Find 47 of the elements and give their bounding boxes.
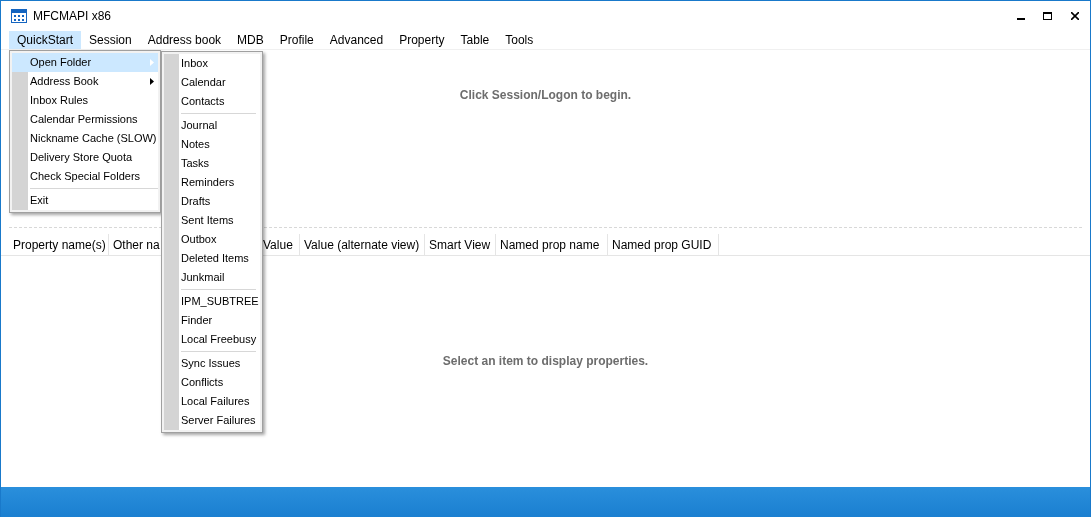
- column-header[interactable]: Property name(s): [9, 234, 109, 255]
- app-grid-icon: [11, 9, 27, 23]
- menu-bar-item[interactable]: Tools: [497, 31, 542, 49]
- menu-bar-item[interactable]: Session: [81, 31, 140, 49]
- submenu-item[interactable]: Calendar: [164, 73, 260, 92]
- submenu-item[interactable]: Local Failures: [164, 392, 260, 411]
- submenu-item[interactable]: Outbox: [164, 230, 260, 249]
- submenu-item[interactable]: Local Freebusy: [164, 330, 260, 349]
- logon-hint: Click Session/Logon to begin.: [459, 86, 632, 104]
- submenu-item[interactable]: Reminders: [164, 173, 260, 192]
- submenu-item[interactable]: Conflicts: [164, 373, 260, 392]
- menu-bar-item[interactable]: Property: [391, 31, 453, 49]
- column-header[interactable]: Other na: [109, 234, 160, 255]
- submenu-item[interactable]: Sent Items: [164, 211, 260, 230]
- menu-bar-item[interactable]: Table: [452, 31, 498, 49]
- submenu-item[interactable]: Junkmail: [164, 268, 260, 287]
- submenu-item[interactable]: IPM_SUBTREE: [164, 292, 260, 311]
- menu-bar-item[interactable]: Profile: [271, 31, 322, 49]
- menu-item[interactable]: Exit: [12, 191, 158, 210]
- column-header[interactable]: Named prop name: [496, 234, 608, 255]
- menu-bar-item[interactable]: Address book: [139, 31, 230, 49]
- menu-item[interactable]: Delivery Store Quota: [12, 148, 158, 167]
- menu-item[interactable]: Nickname Cache (SLOW): [12, 129, 158, 148]
- menu-item[interactable]: Calendar Permissions: [12, 110, 158, 129]
- column-header[interactable]: Value (alternate view): [300, 234, 425, 255]
- column-header[interactable]: Named prop GUID: [608, 234, 719, 255]
- submenu-item[interactable]: Inbox: [164, 54, 260, 73]
- submenu-item[interactable]: Server Failures: [164, 411, 260, 430]
- properties-hint: Select an item to display properties.: [442, 352, 649, 370]
- menu-item[interactable]: Open Folder: [12, 53, 158, 72]
- menu-item[interactable]: Check Special Folders: [12, 167, 158, 186]
- menu-item[interactable]: Address Book: [12, 72, 158, 91]
- menu-bar-item[interactable]: Advanced: [321, 31, 392, 49]
- column-header[interactable]: Smart View: [425, 234, 496, 255]
- menu-item[interactable]: Inbox Rules: [12, 91, 158, 110]
- submenu-item[interactable]: Drafts: [164, 192, 260, 211]
- window-title: MFCMAPI x86: [33, 8, 111, 25]
- submenu-item[interactable]: Finder: [164, 311, 260, 330]
- submenu-item[interactable]: Deleted Items: [164, 249, 260, 268]
- submenu-item[interactable]: Tasks: [164, 154, 260, 173]
- submenu-item[interactable]: Contacts: [164, 92, 260, 111]
- submenu-item[interactable]: Sync Issues: [164, 354, 260, 373]
- submenu-item[interactable]: Notes: [164, 135, 260, 154]
- menu-bar-item[interactable]: QuickStart: [9, 31, 81, 49]
- close-icon: [1071, 12, 1079, 20]
- submenu-item[interactable]: Journal: [164, 116, 260, 135]
- menu-bar-item[interactable]: MDB: [229, 31, 272, 49]
